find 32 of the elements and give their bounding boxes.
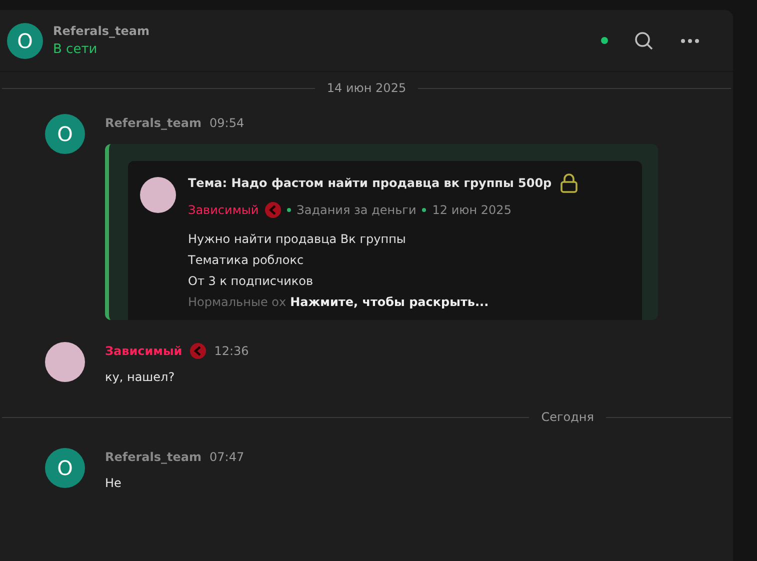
author-name[interactable]: Зависимый [105,342,182,360]
avatar: O [45,114,85,154]
post-category[interactable]: Задания за деньги [296,201,416,219]
dot-separator [286,208,291,212]
dot-separator [422,208,426,212]
message-text: ку, нашел? [105,369,176,386]
avatar-photo-placeholder [45,342,85,382]
search-icon[interactable] [634,30,654,50]
post-text-line: От 3 к подписчиков [188,273,314,290]
post-text-line: Нужно найти продавца Вк группы [188,231,407,248]
message-text: Не [105,475,122,492]
avatar: O [7,22,43,58]
date-separator: Сегодня [541,409,594,426]
message-time: 09:54 [210,115,244,132]
arrow-badge-icon [264,202,281,218]
post-author[interactable]: Зависимый [188,201,259,219]
expand-link[interactable]: Нажмите, чтобы раскрыть... [290,292,489,313]
message-time: 07:47 [210,449,244,466]
faded-text-line: Нормальные ох [188,294,286,311]
chat-name[interactable]: Referals_team [53,22,150,40]
author-name[interactable]: Referals_team [105,448,202,466]
author-name[interactable]: Referals_team [105,114,202,132]
avatar: O [45,448,85,488]
date-separator: 14 июн 2025 [326,80,406,97]
more-options-icon[interactable] [680,38,700,44]
quote-card[interactable]: Тема: Надо фастом найти продавца вк группы 500р Зависимый Задания за деньги 12 июн 2025 Нужно найти продавца Вк группы Тематика роблокс От 3 к подписчиков Нормальные ох Нажмите, чтобы раскрыть... [105,144,658,320]
post-date: 12 июн 2025 [432,202,512,219]
message-time: 12:36 [214,343,249,360]
post-title: Тема: Надо фастом найти продавца вк группы 500р [188,175,552,192]
chat-status: В сети [53,40,98,59]
avatar-photo-placeholder [140,177,176,213]
post-text-line: Тематика роблокс [188,252,305,269]
